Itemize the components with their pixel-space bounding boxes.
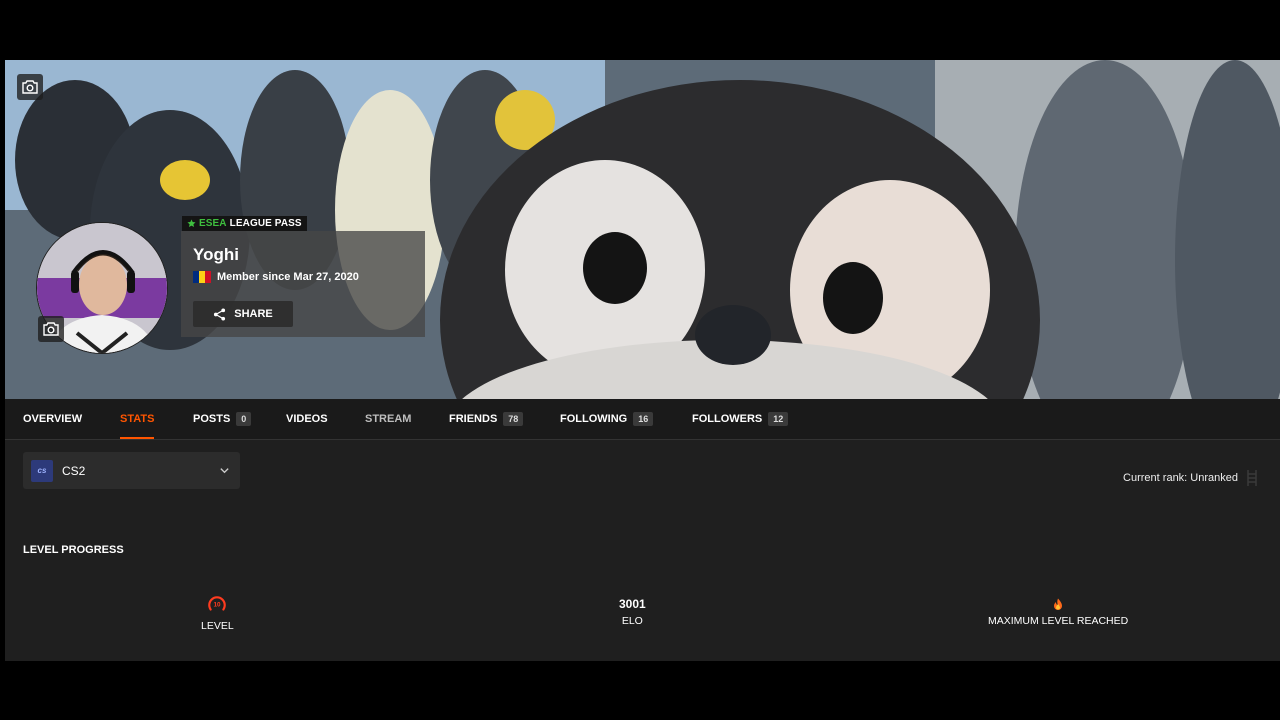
share-icon — [214, 307, 226, 321]
tab-label: STREAM — [365, 413, 412, 425]
camera-icon — [22, 80, 38, 94]
chevron-down-icon — [220, 468, 229, 474]
profile-page: ESEA LEAGUE PASS Yoghi Member since Mar … — [5, 60, 1280, 661]
tab-friends[interactable]: FRIENDS 78 — [449, 399, 524, 439]
current-rank-text: Current rank: Unranked — [1123, 472, 1238, 484]
esea-star-icon — [187, 219, 196, 228]
cs2-logo-icon: cs — [31, 459, 53, 482]
current-rank: Current rank: Unranked — [1123, 470, 1258, 486]
max-level-label: MAXIMUM LEVEL REACHED — [988, 615, 1129, 627]
member-since-text: Member since Mar 27, 2020 — [217, 271, 359, 283]
tab-label: FOLLOWING — [560, 413, 628, 425]
tab-label: VIDEOS — [286, 413, 328, 425]
tab-count: 16 — [633, 412, 654, 426]
tab-label: STATS — [120, 413, 155, 425]
tab-label: OVERVIEW — [23, 413, 83, 425]
elo-stat: 3001 ELO — [619, 595, 646, 627]
username: Yoghi — [193, 245, 239, 264]
profile-tabs: OVERVIEW STATS POSTS 0 VIDEOS STREAM FRI… — [5, 399, 1280, 440]
tab-count: 78 — [503, 412, 524, 426]
tab-followers[interactable]: FOLLOWERS 12 — [692, 399, 789, 439]
elo-value: 3001 — [619, 597, 646, 611]
country-flag-icon — [193, 271, 211, 283]
max-level-badge — [1053, 595, 1063, 613]
tab-label: FOLLOWERS — [692, 413, 763, 425]
share-label: SHARE — [234, 308, 273, 320]
change-avatar-button[interactable] — [38, 316, 64, 342]
flame-icon — [1054, 598, 1063, 610]
game-select[interactable]: cs CS2 — [23, 452, 240, 489]
league-pass-label: LEAGUE PASS — [229, 218, 302, 229]
change-banner-button[interactable] — [17, 74, 43, 100]
level-label: LEVEL — [201, 620, 234, 632]
tab-following[interactable]: FOLLOWING 16 — [560, 399, 654, 439]
elo-label: ELO — [621, 615, 643, 627]
level-value: 10 — [214, 602, 222, 609]
level-stat: 10 LEVEL — [201, 595, 234, 632]
league-pass-badge: ESEA LEAGUE PASS — [182, 216, 307, 231]
tab-label: POSTS — [193, 413, 231, 425]
tab-label: FRIENDS — [449, 413, 498, 425]
tab-stream[interactable]: STREAM — [365, 399, 411, 439]
max-level-stat: MAXIMUM LEVEL REACHED — [988, 595, 1128, 627]
level-10-icon: 10 — [208, 596, 227, 611]
tab-count: 0 — [236, 412, 252, 426]
tab-posts[interactable]: POSTS 0 — [193, 399, 252, 439]
share-button[interactable]: SHARE — [193, 301, 293, 327]
tab-stats[interactable]: STATS — [120, 399, 155, 439]
level-badge: 10 — [206, 595, 228, 613]
profile-banner: ESEA LEAGUE PASS Yoghi Member since Mar … — [5, 60, 1280, 399]
game-select-value: CS2 — [62, 463, 86, 478]
camera-icon — [43, 322, 59, 336]
ladder-icon — [1247, 470, 1257, 486]
tab-videos[interactable]: VIDEOS — [286, 399, 328, 439]
esea-label: ESEA — [199, 218, 227, 229]
level-progress-title: LEVEL PROGRESS — [23, 544, 124, 556]
tab-overview[interactable]: OVERVIEW — [23, 399, 82, 439]
member-since: Member since Mar 27, 2020 — [193, 271, 359, 283]
tab-count: 12 — [768, 412, 789, 426]
